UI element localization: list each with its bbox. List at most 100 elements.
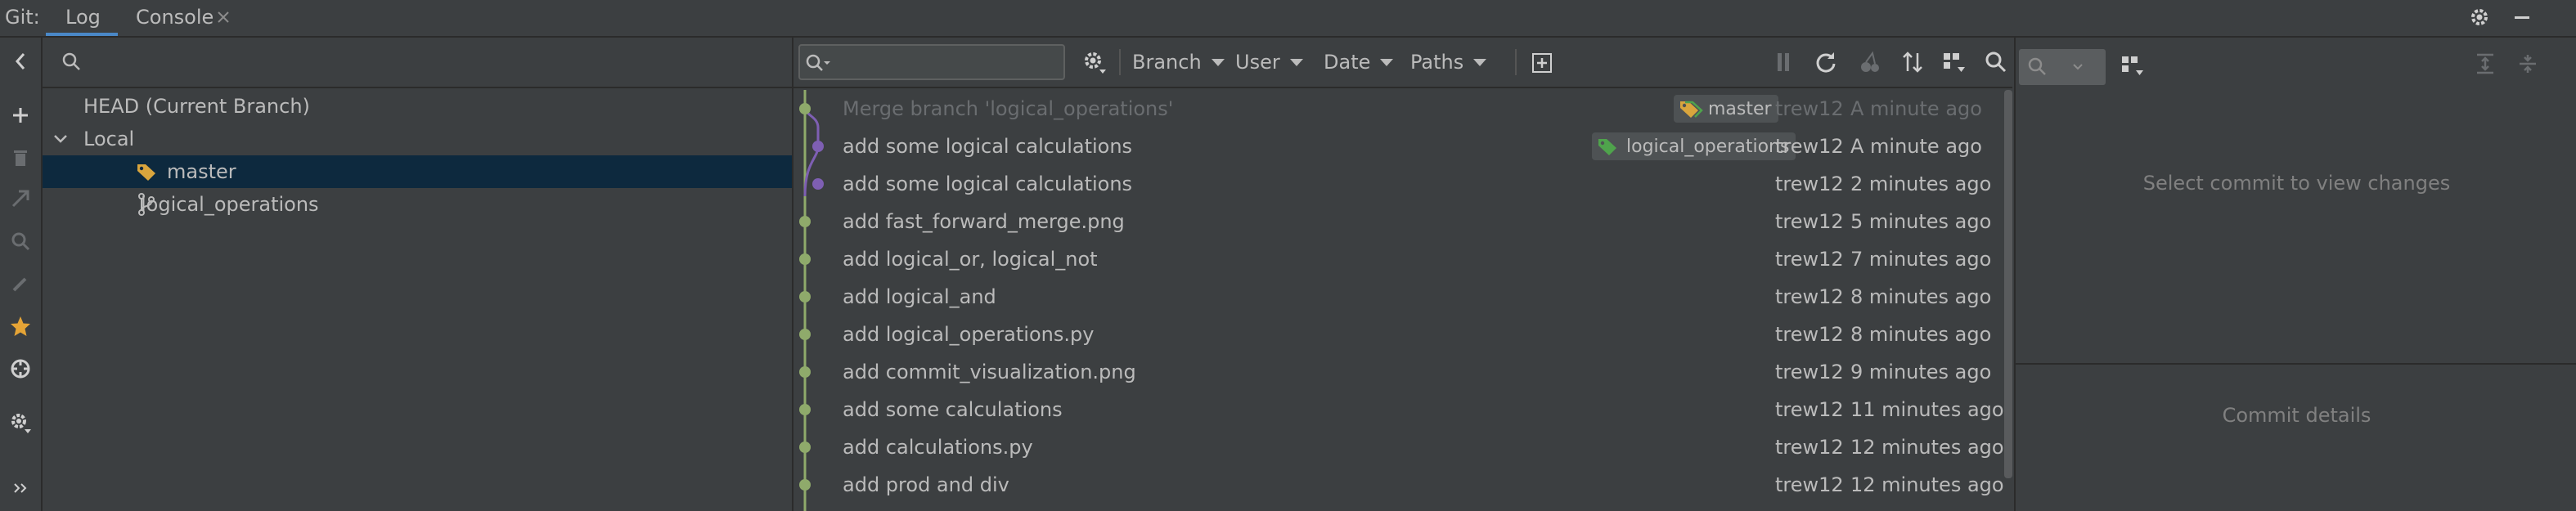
commit-node (799, 404, 811, 415)
search-icon (59, 49, 83, 74)
tag-icon (1597, 137, 1621, 156)
commit-row[interactable]: add logical_and trew12 8 minutes ago (793, 278, 2004, 316)
commit-author: trew12 (1775, 248, 1844, 271)
filter-paths[interactable]: Paths (1410, 38, 1487, 87)
pause-icon[interactable] (1769, 47, 1798, 77)
log-toolbar: Branch User Date Paths (793, 38, 2012, 88)
commit-message: add logical_and (843, 285, 996, 308)
delete-branch-icon[interactable] (7, 144, 34, 172)
edit-icon[interactable] (7, 270, 34, 298)
view-options-icon[interactable] (2115, 49, 2148, 82)
close-tab-icon[interactable] (214, 8, 232, 26)
active-tab-indicator (46, 33, 118, 36)
commit-date: A minute ago (1850, 135, 1982, 158)
commit-row[interactable]: add some calculations trew12 11 minutes ag… (793, 391, 2004, 428)
log-search-input[interactable] (798, 44, 1065, 80)
commit-row[interactable]: add some logical calculations trew12 2 min… (793, 165, 2004, 203)
sort-icon[interactable] (1898, 47, 1927, 77)
commit-message: add commit_visualization.png (843, 361, 1136, 383)
tree-item-local[interactable]: Local (43, 123, 792, 155)
commit-date: 2 minutes ago (1850, 173, 1992, 195)
tool-window-header: Git: Log Console (0, 0, 2576, 38)
chevron-down-icon (1289, 58, 1303, 66)
commit-date: 5 minutes ago (1850, 210, 1992, 233)
tree-item-label: HEAD (Current Branch) (83, 95, 310, 118)
branch-label: master (1708, 98, 1772, 119)
commit-row[interactable]: add logical_or, logical_not trew12 7 minut… (793, 240, 2004, 278)
chevron-down-icon[interactable] (51, 129, 70, 149)
commit-node (799, 479, 811, 491)
commit-row[interactable]: add logical_operations.py trew12 8 minutes… (793, 316, 2004, 353)
left-toolbar (0, 38, 43, 511)
commit-node (812, 141, 824, 152)
commit-node (812, 178, 824, 190)
scrollbar[interactable] (2004, 90, 2012, 478)
commit-node (799, 216, 811, 227)
cherry-pick-icon[interactable] (1855, 47, 1885, 77)
commit-author: trew12 (1775, 436, 1844, 459)
chevron-down-icon (2068, 56, 2088, 78)
commit-row[interactable]: add fast_forward_merge.png trew12 5 minute… (793, 203, 2004, 240)
search-icon[interactable] (1981, 47, 2011, 77)
search-history-icon[interactable] (803, 51, 833, 75)
branch-settings-icon[interactable] (7, 409, 34, 437)
search-icon (2025, 56, 2050, 78)
tree-item-label: Local (83, 128, 135, 150)
commit-author: trew12 (1775, 473, 1844, 496)
commit-author: trew12 (1775, 323, 1844, 346)
filter-date[interactable]: Date (1324, 38, 1394, 87)
commit-message: add logical_or, logical_not (843, 248, 1098, 271)
commit-row[interactable]: add some logical calculations logical_ope… (793, 128, 2004, 165)
favorite-star-icon[interactable] (7, 312, 34, 340)
collapse-panel-icon[interactable] (7, 47, 34, 75)
navigate-icon[interactable] (7, 355, 34, 383)
expand-all-icon[interactable] (2469, 47, 2502, 80)
minimize-icon[interactable] (2508, 3, 2536, 31)
settings-gear-icon[interactable] (2466, 3, 2493, 31)
commit-date: 11 minutes ago (1850, 398, 2004, 421)
changes-search-input[interactable] (2019, 49, 2106, 85)
filter-label: Date (1324, 51, 1371, 74)
tab-log[interactable]: Log (65, 0, 101, 34)
commit-date: 8 minutes ago (1850, 285, 1992, 308)
toolbar-divider (1515, 49, 1517, 75)
tree-item-master[interactable]: master (43, 155, 792, 188)
commit-row[interactable]: add prod and div trew12 12 minutes ago (793, 466, 2004, 504)
commit-date: 9 minutes ago (1850, 361, 1992, 383)
new-tab-icon[interactable] (1525, 47, 1558, 77)
gear-icon[interactable] (1078, 47, 1111, 77)
refresh-icon[interactable] (1811, 47, 1841, 77)
chevron-down-icon (1473, 58, 1487, 66)
commit-message: add some logical calculations (843, 135, 1133, 158)
commit-date: 7 minutes ago (1850, 248, 1992, 271)
branch-label-badge: logical_operations (1592, 132, 1796, 160)
merge-icon[interactable] (7, 185, 34, 213)
commit-author: trew12 (1775, 398, 1844, 421)
filter-branch[interactable]: Branch (1132, 38, 1225, 87)
commit-row[interactable]: add commit_visualization.png trew12 9 minu… (793, 353, 2004, 391)
chevron-down-icon (1380, 58, 1394, 66)
commit-message: add logical_operations.py (843, 323, 1095, 346)
branch-search-bar[interactable] (43, 38, 792, 88)
add-branch-icon[interactable] (7, 101, 34, 129)
commit-message: add calculations.py (843, 436, 1033, 459)
commit-row[interactable]: add calculations.py trew12 12 minutes ago (793, 428, 2004, 466)
branch-label-badge: master (1674, 95, 1778, 123)
filter-user[interactable]: User (1235, 38, 1303, 87)
filter-label: Paths (1410, 51, 1464, 74)
search-icon[interactable] (7, 227, 34, 255)
commit-message: add some logical calculations (843, 173, 1133, 195)
commit-log-panel: Branch User Date Paths Merge branch 'log… (793, 38, 2012, 511)
commit-author: trew12 (1775, 173, 1844, 195)
view-options-icon[interactable] (1939, 47, 1968, 77)
commit-row[interactable]: Merge branch 'logical_operations' master t… (793, 90, 2004, 128)
collapse-all-icon[interactable] (2511, 47, 2544, 80)
details-placeholder: Commit details (2222, 404, 2371, 427)
tree-item-head[interactable]: HEAD (Current Branch) (43, 90, 792, 123)
tree-item-label: logical_operations (141, 193, 319, 216)
tab-console[interactable]: Console (136, 0, 214, 34)
tree-item-logical-operations[interactable]: logical_operations (43, 188, 792, 221)
more-actions-icon[interactable] (7, 474, 34, 502)
changes-placeholder: Select commit to view changes (2142, 172, 2451, 195)
commit-node (799, 329, 811, 340)
